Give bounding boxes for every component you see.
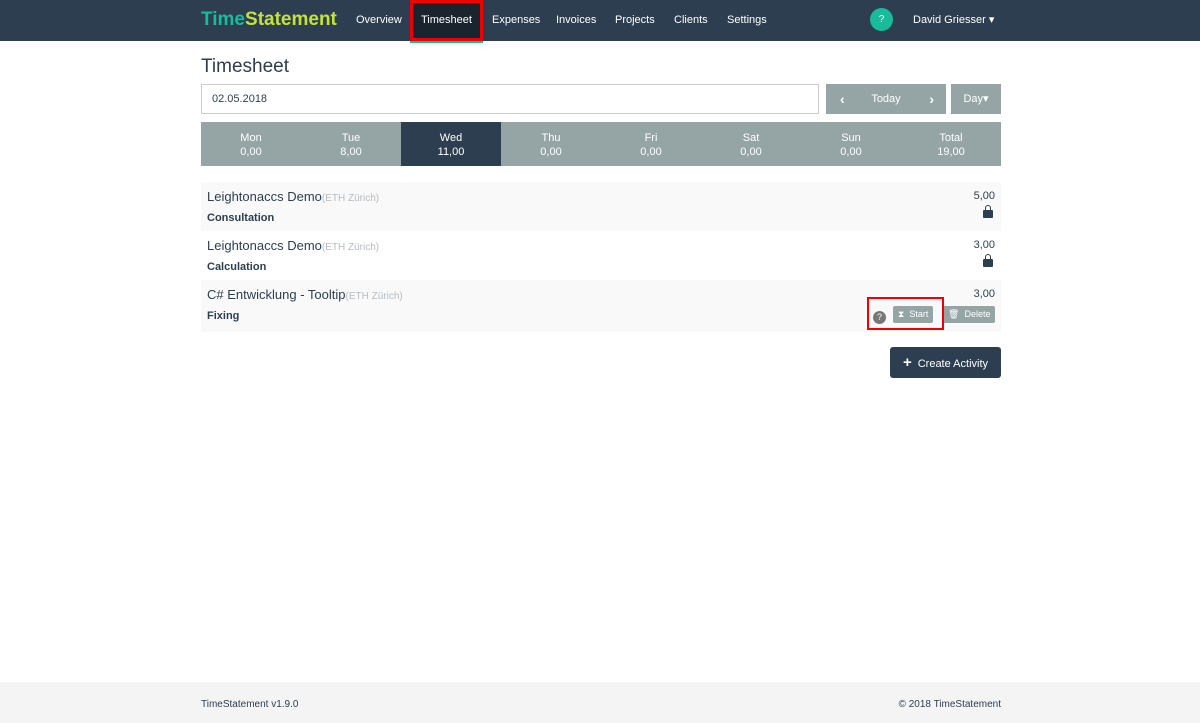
weekday-sat[interactable]: Sat 0,00 [701,122,801,166]
page-title: Timesheet [201,56,289,77]
weekday-thu[interactable]: Thu 0,00 [501,122,601,166]
plus-icon: + [902,354,912,371]
nav-projects[interactable]: Projects [607,0,663,41]
client-name: (ETH Zürich) [345,291,403,302]
week-total: Total 19,00 [937,132,965,158]
nav-overview[interactable]: Overview [348,0,410,41]
entry-row[interactable]: Leightonaccs Demo(ETH Zürich) Calculatio… [201,231,1001,280]
lock-icon [983,254,993,267]
copyright-text: © 2018 TimeStatement [898,699,1001,710]
nav-expenses[interactable]: Expenses [484,0,548,41]
client-name: (ETH Zürich) [321,193,380,204]
today-button[interactable]: Today [871,93,900,105]
weekday-tue[interactable]: Tue 8,00 [301,122,401,166]
footer: TimeStatement v1.9.0 © 2018 TimeStatemen… [0,682,1200,723]
project-name: Leightonaccs Demo [207,189,322,204]
delete-button[interactable]: 🗑 Delete [943,306,996,323]
trash-icon: 🗑 [948,309,960,319]
nav-settings[interactable]: Settings [719,0,775,41]
weekday-sun[interactable]: Sun 0,00 [801,122,901,166]
today-button-group: ‹ Today › [826,84,946,114]
week-bar: Mon 0,00 Tue 8,00 Wed 11,00 Thu 0,00 Fri 0,00… [201,122,1001,166]
weekday-fri[interactable]: Fri 0,00 [601,122,701,166]
caret-down-icon: ▾ [983,93,989,105]
nav-clients[interactable]: Clients [666,0,716,41]
top-navbar: TimeStatement Overview Timesheet Expense… [0,0,1200,43]
help-button[interactable]: ? [870,8,893,31]
chevron-left-icon[interactable]: ‹ [840,84,845,114]
chevron-right-icon[interactable]: › [929,84,934,114]
weekday-mon[interactable]: Mon 0,00 [201,122,301,166]
date-input[interactable]: 02.05.2018 [201,84,819,114]
weekday-wed[interactable]: Wed 11,00 [401,122,501,166]
client-name: (ETH Zürich) [321,242,380,253]
caret-down-icon: ▾ [988,14,995,26]
entry-row[interactable]: Leightonaccs Demo(ETH Zürich) Consultati… [201,182,1001,231]
project-name: C# Entwicklung - Tooltip [207,287,346,302]
entry-hours: 3,00 [973,288,995,300]
brand-logo[interactable]: TimeStatement [201,9,337,31]
entry-hours: 5,00 [973,190,995,202]
highlight-box [867,297,944,330]
activity-name: Fixing [207,310,240,322]
view-dropdown[interactable]: Day▾ [951,84,1001,114]
nav-timesheet[interactable]: Timesheet [410,0,483,43]
project-name: Leightonaccs Demo [207,238,322,253]
version-text: TimeStatement v1.9.0 [201,699,299,710]
entry-hours: 3,00 [973,239,995,251]
user-menu[interactable]: David Griesser ▾ [913,0,994,41]
lock-icon [983,205,993,218]
activity-name: Calculation [207,261,267,273]
activity-name: Consultation [207,212,275,224]
nav-invoices[interactable]: Invoices [548,0,604,41]
create-activity-button[interactable]: + Create Activity [890,347,1001,378]
